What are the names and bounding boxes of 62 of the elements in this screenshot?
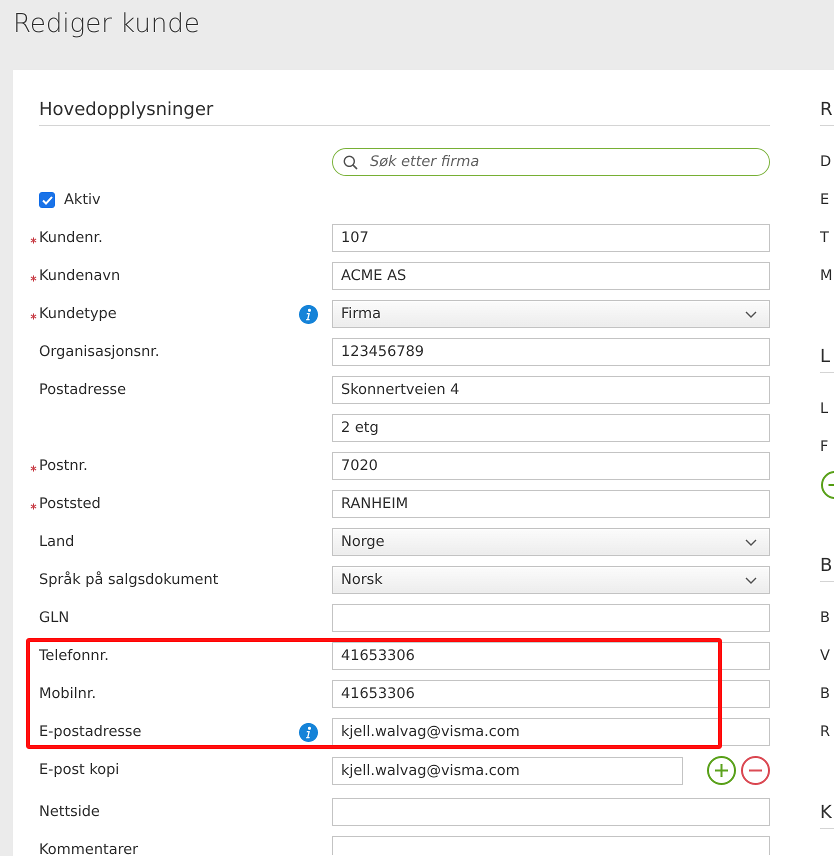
- add-button[interactable]: [707, 756, 736, 785]
- plus-icon: [715, 764, 728, 777]
- field-label: Kommentarer: [39, 842, 138, 856]
- field-label: D: [820, 153, 832, 172]
- section-heading: Hovedopplysninger: [39, 96, 770, 126]
- checkbox[interactable]: [39, 192, 55, 208]
- field-label: Kundetype: [39, 306, 117, 322]
- field-label: Mobilnr.: [39, 686, 96, 702]
- info-icon[interactable]: [299, 722, 318, 742]
- field-label: Språk på salgsdokument: [39, 572, 218, 588]
- section-heading: R: [820, 96, 834, 126]
- check-icon: [42, 196, 52, 204]
- chevron-down-icon: [745, 310, 757, 318]
- text-input[interactable]: ACME AS: [332, 262, 770, 290]
- field-label: B: [820, 685, 831, 704]
- search-field[interactable]: Søk etter firma: [332, 148, 770, 176]
- text-input[interactable]: Skonnertveien 4: [332, 376, 770, 404]
- info-icon[interactable]: [299, 304, 318, 324]
- field-label: E: [820, 191, 830, 210]
- text-input[interactable]: 123456789: [332, 338, 770, 366]
- dropdown[interactable]: Norsk: [332, 566, 770, 594]
- chevron-down-icon: [745, 538, 757, 546]
- field-label: GLN: [39, 610, 70, 626]
- text-input[interactable]: 107: [332, 224, 770, 252]
- field-label: Postnr.: [39, 458, 88, 474]
- text-input[interactable]: kjell.walvag@visma.com: [332, 756, 683, 784]
- dropdown[interactable]: Norge: [332, 528, 770, 556]
- field-label: Kundenavn: [39, 268, 120, 284]
- section-heading: L: [820, 343, 834, 373]
- field-label: R: [820, 723, 832, 742]
- field-label: Organisasjonsnr.: [39, 344, 160, 360]
- field-label: E-postadresse: [39, 724, 142, 740]
- field-label: V: [820, 647, 831, 666]
- field-label: B: [820, 609, 831, 628]
- field-label: Nettside: [39, 804, 100, 820]
- text-input[interactable]: 41653306: [332, 642, 770, 670]
- text-input[interactable]: 7020: [332, 452, 770, 480]
- field-label: F: [820, 438, 830, 457]
- checkbox-label: Aktiv: [64, 192, 101, 208]
- dropdown[interactable]: Firma: [332, 300, 770, 328]
- text-input[interactable]: 2 etg: [332, 414, 770, 442]
- field-label: Poststed: [39, 496, 101, 512]
- page-title: Rediger kunde: [13, 8, 200, 41]
- field-label: Postadresse: [39, 382, 126, 398]
- field-label: Telefonnr.: [39, 648, 109, 664]
- text-input[interactable]: RANHEIM: [332, 490, 770, 518]
- text-input[interactable]: [332, 798, 770, 826]
- field-label: E-post kopi: [39, 762, 120, 778]
- field-label: Kundenr.: [39, 230, 103, 246]
- text-input[interactable]: 41653306: [332, 680, 770, 708]
- search-icon: [343, 155, 358, 170]
- text-input[interactable]: [332, 604, 770, 632]
- text-input[interactable]: kjell.walvag@visma.com: [332, 718, 770, 746]
- section-heading: K: [820, 799, 834, 829]
- field-label: T: [820, 229, 830, 248]
- comment-textarea[interactable]: [332, 836, 770, 855]
- chevron-down-icon: [745, 576, 757, 584]
- remove-button[interactable]: [741, 756, 770, 785]
- field-label: Land: [39, 534, 74, 550]
- field-label: L: [820, 400, 830, 419]
- section-heading: B: [820, 552, 834, 582]
- field-label: M: [820, 267, 834, 286]
